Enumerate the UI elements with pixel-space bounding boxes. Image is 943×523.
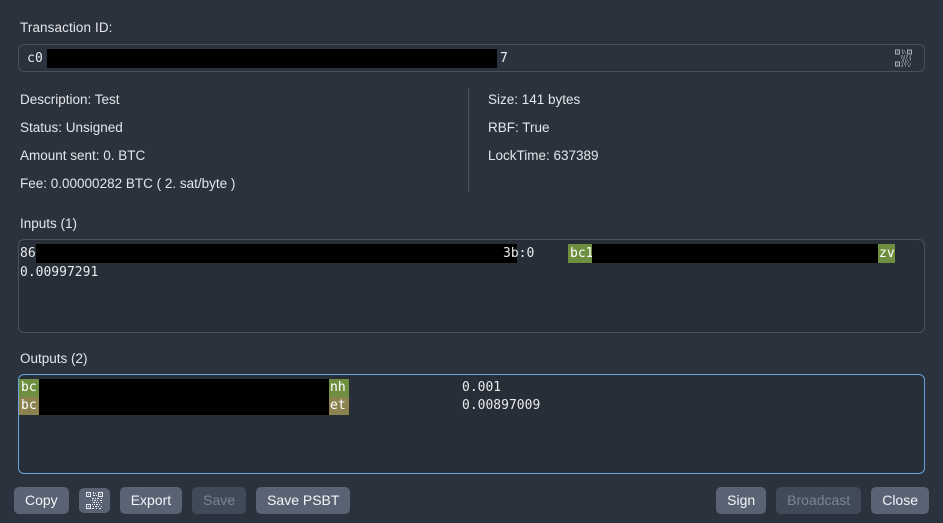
copy-button[interactable]: Copy bbox=[14, 487, 69, 514]
output-amount: 0.00897009 bbox=[462, 398, 541, 413]
size-line: Size: 141 bytes bbox=[488, 92, 581, 107]
locktime-line: LockTime: 637389 bbox=[488, 148, 599, 163]
rbf-line: RBF: True bbox=[488, 120, 550, 135]
qr-button[interactable] bbox=[78, 488, 110, 513]
inputs-label: Inputs (1) bbox=[20, 216, 78, 231]
transaction-id-field[interactable]: c0 7 bbox=[18, 44, 925, 72]
transaction-details: Description: Test Status: Unsigned Amoun… bbox=[18, 86, 925, 198]
close-button[interactable]: Close bbox=[871, 487, 929, 514]
status-line: Status: Unsigned bbox=[20, 120, 123, 135]
sign-button[interactable]: Sign bbox=[716, 487, 767, 514]
description-line: Description: Test bbox=[20, 92, 120, 107]
broadcast-button: Broadcast bbox=[776, 487, 862, 514]
dialog-footer: Copy Export Save Save PSBT Sign Broadcas… bbox=[0, 478, 943, 523]
fee-line: Fee: 0.00000282 BTC ( 2. sat/byte ) bbox=[20, 176, 236, 191]
output-address-redaction bbox=[39, 379, 329, 397]
inputs-list[interactable]: 86 3b:0 bc1 zv 0.00997291 bbox=[18, 239, 925, 333]
save-button: Save bbox=[192, 487, 247, 514]
outputs-list[interactable]: bc nh 0.001 bc et 0.00897009 bbox=[18, 374, 925, 474]
dialog-body: Transaction ID: c0 7 Description: Test S… bbox=[0, 0, 943, 478]
transaction-id-value-suffix: 7 bbox=[500, 50, 508, 66]
input-row[interactable]: 86 3b:0 bc1 zv bbox=[19, 244, 924, 263]
output-address-suffix: et bbox=[330, 398, 346, 413]
transaction-id-label: Transaction ID: bbox=[20, 20, 113, 35]
output-amount: 0.001 bbox=[462, 380, 502, 395]
transaction-detail-dialog: Transaction ID: c0 7 Description: Test S… bbox=[0, 0, 943, 523]
details-left-column: Description: Test Status: Unsigned Amoun… bbox=[18, 86, 468, 198]
footer-left-buttons: Copy Export Save Save PSBT bbox=[14, 487, 351, 514]
output-address-prefix: bc bbox=[21, 398, 37, 413]
input-amount: 0.00997291 bbox=[20, 265, 99, 280]
output-address-prefix: bc bbox=[21, 380, 37, 395]
input-outpoint-redaction bbox=[36, 244, 517, 263]
input-address-redaction bbox=[592, 244, 878, 263]
transaction-id-value-prefix: c0 bbox=[27, 50, 44, 66]
qr-code-icon[interactable] bbox=[895, 49, 912, 67]
input-outpoint-prefix: 86 bbox=[20, 246, 36, 261]
amount-sent-line: Amount sent: 0. BTC bbox=[20, 148, 146, 163]
output-address-redaction bbox=[39, 397, 329, 415]
transaction-id-redaction bbox=[47, 49, 497, 68]
qr-code-icon bbox=[85, 492, 103, 509]
details-right-column: Size: 141 bytes RBF: True LockTime: 6373… bbox=[469, 86, 925, 198]
export-button[interactable]: Export bbox=[119, 487, 183, 514]
save-psbt-button[interactable]: Save PSBT bbox=[256, 487, 351, 514]
input-outpoint-suffix: 3b:0 bbox=[503, 246, 535, 261]
input-address-prefix: bc1 bbox=[570, 246, 594, 261]
input-address-suffix: zv bbox=[879, 246, 895, 261]
footer-right-buttons: Sign Broadcast Close bbox=[716, 487, 929, 514]
outputs-label: Outputs (2) bbox=[20, 351, 88, 366]
output-address-suffix: nh bbox=[330, 380, 346, 395]
